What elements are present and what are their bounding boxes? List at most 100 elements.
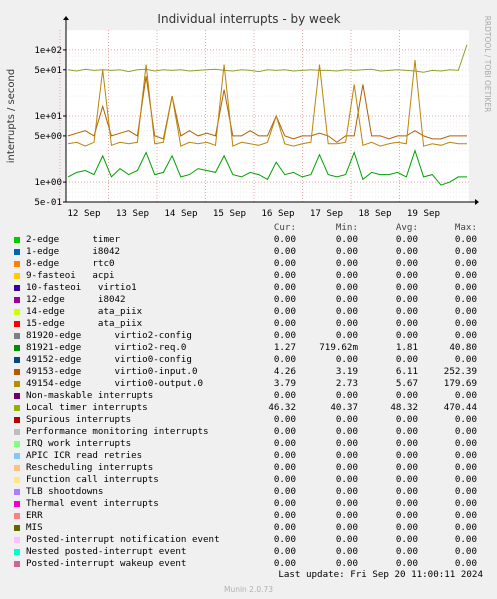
legend-min-value: 0.00 bbox=[335, 282, 358, 293]
legend-swatch bbox=[14, 477, 20, 483]
legend-swatch bbox=[14, 381, 20, 387]
legend-label: ERR bbox=[26, 510, 43, 521]
legend-min-value: 719.62m bbox=[319, 342, 358, 353]
legend-avg-value: 1.81 bbox=[395, 342, 418, 353]
legend-label: 1-edge i8042 bbox=[26, 246, 121, 257]
legend-cur-value: 0.00 bbox=[273, 438, 296, 449]
legend-min-value: 0.00 bbox=[335, 354, 358, 365]
legend-header-max: Max: bbox=[454, 222, 477, 233]
legend-min-value: 0.00 bbox=[335, 498, 358, 509]
legend: Cur: Min: Avg: Max: 2-edge timer 0.00 0.00… bbox=[14, 222, 484, 570]
legend-swatch bbox=[14, 261, 20, 267]
legend-swatch bbox=[14, 513, 20, 519]
legend-header-avg: Avg: bbox=[395, 222, 418, 233]
x-tick-label: 18 Sep bbox=[358, 208, 391, 219]
legend-row: 49154-edge virtio0-output.0 3.79 2.73 5.67 1… bbox=[14, 378, 484, 390]
legend-row: 10-fasteoi virtio1 0.00 0.00 0.00 0.00 bbox=[14, 282, 484, 294]
legend-min-value: 2.73 bbox=[335, 378, 358, 389]
legend-avg-value: 0.00 bbox=[395, 294, 418, 305]
legend-cur-value: 4.26 bbox=[273, 366, 296, 377]
legend-max-value: 0.00 bbox=[454, 390, 477, 401]
legend-max-value: 0.00 bbox=[454, 522, 477, 533]
legend-label: TLB shootdowns bbox=[26, 486, 104, 497]
legend-row: Spurious interrupts 0.00 0.00 0.00 0.00 bbox=[14, 414, 484, 426]
y-tick-label: 1e+00 bbox=[34, 177, 62, 188]
legend-cur-value: 3.79 bbox=[273, 378, 296, 389]
legend-avg-value: 0.00 bbox=[395, 498, 418, 509]
legend-label: 14-edge ata_piix bbox=[26, 306, 143, 317]
legend-cur-value: 0.00 bbox=[273, 354, 296, 365]
legend-swatch bbox=[14, 345, 20, 351]
legend-swatch bbox=[14, 309, 20, 315]
rrdtool-side-label: RRDTOOL / TOBI OETIKER bbox=[483, 16, 492, 113]
legend-max-value: 0.00 bbox=[454, 534, 477, 545]
legend-swatch bbox=[14, 249, 20, 255]
legend-header-cur: Cur: bbox=[273, 222, 296, 233]
legend-avg-value: 0.00 bbox=[395, 546, 418, 557]
legend-row: IRQ work interrupts 0.00 0.00 0.00 0.00 bbox=[14, 438, 484, 450]
legend-cur-value: 1.27 bbox=[273, 342, 296, 353]
legend-cur-value: 0.00 bbox=[273, 522, 296, 533]
legend-max-value: 0.00 bbox=[454, 510, 477, 521]
legend-label: Posted-interrupt notification event bbox=[26, 534, 220, 545]
legend-row: Rescheduling interrupts 0.00 0.00 0.00 0.00 bbox=[14, 462, 484, 474]
legend-cur-value: 0.00 bbox=[273, 258, 296, 269]
legend-label: 9-fasteoi acpi bbox=[26, 270, 115, 281]
legend-label: 2-edge timer bbox=[26, 234, 121, 245]
legend-avg-value: 0.00 bbox=[395, 390, 418, 401]
legend-cur-value: 0.00 bbox=[273, 270, 296, 281]
legend-label: 49153-edge virtio0-input.0 bbox=[26, 366, 198, 377]
legend-row: 81921-edge virtio2-req.0 1.27 719.62m 1.81 4… bbox=[14, 342, 484, 354]
legend-label: 81920-edge virtio2-config bbox=[26, 330, 192, 341]
legend-min-value: 0.00 bbox=[335, 426, 358, 437]
legend-swatch bbox=[14, 441, 20, 447]
legend-label: Nested posted-interrupt event bbox=[26, 546, 187, 557]
y-tick-label: 1e+01 bbox=[34, 111, 62, 122]
legend-label: 81921-edge virtio2-req.0 bbox=[26, 342, 187, 353]
legend-cur-value: 0.00 bbox=[273, 450, 296, 461]
legend-max-value: 0.00 bbox=[454, 450, 477, 461]
chart-title: Individual interrupts - by week bbox=[157, 12, 340, 26]
legend-avg-value: 0.00 bbox=[395, 438, 418, 449]
legend-max-value: 0.00 bbox=[454, 246, 477, 257]
x-tick-label: 12 Sep bbox=[67, 208, 100, 219]
legend-cur-value: 0.00 bbox=[273, 282, 296, 293]
legend-avg-value: 0.00 bbox=[395, 234, 418, 245]
legend-swatch bbox=[14, 465, 20, 471]
legend-max-value: 0.00 bbox=[454, 306, 477, 317]
legend-cur-value: 46.32 bbox=[268, 402, 296, 413]
legend-max-value: 40.80 bbox=[449, 342, 477, 353]
legend-cur-value: 0.00 bbox=[273, 498, 296, 509]
legend-cur-value: 0.00 bbox=[273, 546, 296, 557]
legend-cur-value: 0.00 bbox=[273, 294, 296, 305]
legend-avg-value: 0.00 bbox=[395, 270, 418, 281]
legend-min-value: 0.00 bbox=[335, 318, 358, 329]
legend-max-value: 0.00 bbox=[454, 414, 477, 425]
legend-label: APIC ICR read retries bbox=[26, 450, 143, 461]
x-tick-label: 14 Sep bbox=[164, 208, 197, 219]
y-tick-label: 5e-01 bbox=[34, 197, 62, 208]
legend-avg-value: 0.00 bbox=[395, 534, 418, 545]
legend-cur-value: 0.00 bbox=[273, 486, 296, 497]
legend-avg-value: 0.00 bbox=[395, 306, 418, 317]
legend-swatch bbox=[14, 237, 20, 243]
legend-min-value: 0.00 bbox=[335, 306, 358, 317]
legend-swatch bbox=[14, 501, 20, 507]
legend-max-value: 0.00 bbox=[454, 282, 477, 293]
legend-max-value: 252.39 bbox=[443, 366, 477, 377]
legend-max-value: 0.00 bbox=[454, 546, 477, 557]
legend-header-min: Min: bbox=[335, 222, 358, 233]
legend-cur-value: 0.00 bbox=[273, 474, 296, 485]
legend-avg-value: 0.00 bbox=[395, 258, 418, 269]
legend-label: 49154-edge virtio0-output.0 bbox=[26, 378, 204, 389]
legend-label: Local timer interrupts bbox=[26, 402, 148, 413]
legend-label: 10-fasteoi virtio1 bbox=[26, 282, 137, 293]
legend-min-value: 0.00 bbox=[335, 510, 358, 521]
legend-row: 15-edge ata_piix 0.00 0.00 0.00 0.00 bbox=[14, 318, 484, 330]
legend-cur-value: 0.00 bbox=[273, 330, 296, 341]
legend-min-value: 0.00 bbox=[335, 246, 358, 257]
legend-row: 49153-edge virtio0-input.0 4.26 3.19 6.11 25… bbox=[14, 366, 484, 378]
legend-max-value: 0.00 bbox=[454, 234, 477, 245]
legend-min-value: 0.00 bbox=[335, 438, 358, 449]
legend-cur-value: 0.00 bbox=[273, 318, 296, 329]
